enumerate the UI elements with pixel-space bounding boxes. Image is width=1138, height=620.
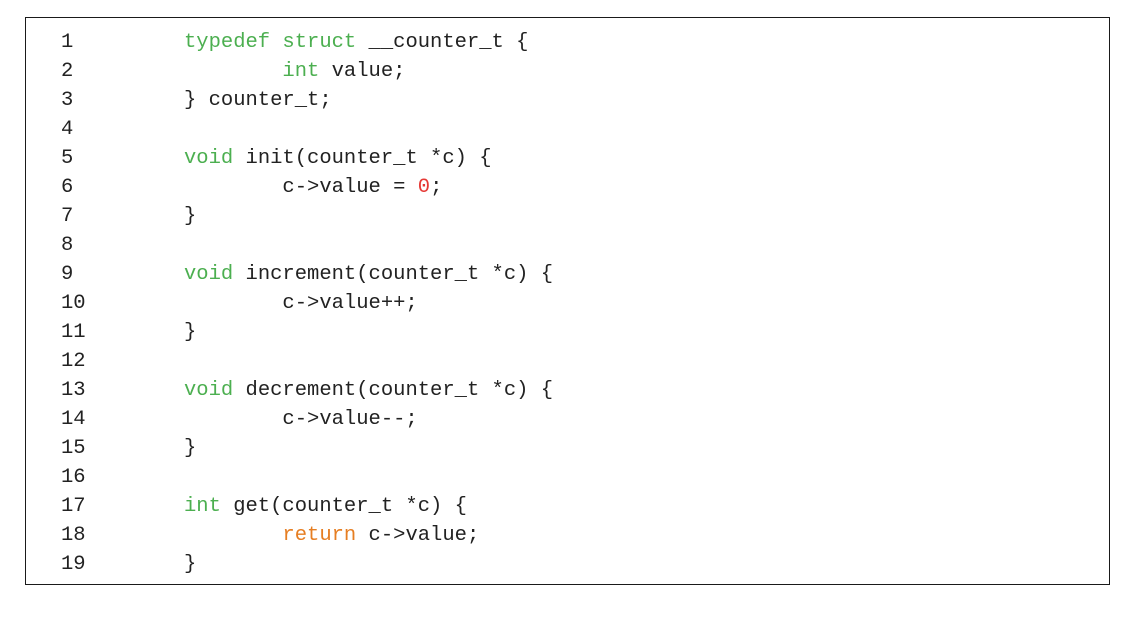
code-token: c->value--; bbox=[184, 408, 418, 431]
code-line: 12 bbox=[26, 347, 1109, 376]
code-token: increment(counter_t *c) { bbox=[233, 263, 554, 286]
code-token: value; bbox=[319, 60, 406, 83]
code-token: } bbox=[184, 553, 197, 576]
line-code: c->value++; bbox=[184, 289, 418, 318]
line-number: 19 bbox=[61, 553, 86, 576]
code-line: 13 void decrement(counter_t *c) { bbox=[26, 376, 1109, 405]
code-line: 7} bbox=[26, 202, 1109, 231]
code-line: 19} bbox=[26, 550, 1109, 579]
line-code: } bbox=[184, 434, 196, 463]
line-number: 3 bbox=[61, 89, 74, 112]
code-line: 8 bbox=[26, 231, 1109, 260]
code-line: 3 } counter_t; bbox=[26, 86, 1109, 115]
code-token: typedef struct bbox=[184, 31, 357, 54]
code-line: 14 c->value--; bbox=[26, 405, 1109, 434]
code-line: 9 void increment(counter_t *c) { bbox=[26, 260, 1109, 289]
code-token: c->value = bbox=[184, 176, 418, 199]
code-token: void bbox=[184, 147, 234, 170]
line-number: 1 bbox=[61, 31, 74, 54]
code-token: } bbox=[184, 205, 197, 228]
line-code: int value; bbox=[184, 57, 405, 86]
line-number: 18 bbox=[61, 524, 86, 547]
code-line: 11} bbox=[26, 318, 1109, 347]
line-code: } bbox=[184, 202, 196, 231]
code-line: 2 int value; bbox=[26, 57, 1109, 86]
line-number: 6 bbox=[61, 176, 74, 199]
line-number: 5 bbox=[61, 147, 74, 170]
line-number: 10 bbox=[61, 292, 86, 315]
code-line: 5 void init(counter_t *c) { bbox=[26, 144, 1109, 173]
code-line: 10 c->value++; bbox=[26, 289, 1109, 318]
code-line: 4 bbox=[26, 115, 1109, 144]
line-number: 16 bbox=[61, 466, 86, 489]
line-code: return c->value; bbox=[184, 521, 479, 550]
line-code: void decrement(counter_t *c) { bbox=[184, 376, 553, 405]
line-code: } bbox=[184, 550, 196, 579]
line-number: 7 bbox=[61, 205, 74, 228]
code-token: void bbox=[184, 263, 234, 286]
line-code: void increment(counter_t *c) { bbox=[184, 260, 553, 289]
line-number: 13 bbox=[61, 379, 86, 402]
line-code: typedef struct __counter_t { bbox=[184, 28, 528, 57]
line-number: 4 bbox=[61, 118, 74, 141]
code-line: 15} bbox=[26, 434, 1109, 463]
line-number: 9 bbox=[61, 263, 74, 286]
code-token: __counter_t { bbox=[356, 31, 529, 54]
code-token: c->value; bbox=[356, 524, 480, 547]
code-token: } counter_t; bbox=[184, 89, 332, 112]
code-token: } bbox=[184, 437, 197, 460]
line-code: int get(counter_t *c) { bbox=[184, 492, 467, 521]
code-token: ; bbox=[430, 176, 443, 199]
code-token: int bbox=[184, 495, 221, 518]
code-token: void bbox=[184, 379, 234, 402]
code-line: 17 int get(counter_t *c) { bbox=[26, 492, 1109, 521]
code-token: c->value++; bbox=[184, 292, 418, 315]
code-token: int bbox=[282, 60, 320, 83]
line-number: 17 bbox=[61, 495, 86, 518]
line-code: void init(counter_t *c) { bbox=[184, 144, 492, 173]
line-number: 14 bbox=[61, 408, 86, 431]
code-token: return bbox=[282, 524, 357, 547]
code-line: 1 typedef struct __counter_t { bbox=[26, 28, 1109, 57]
line-code: } bbox=[184, 318, 196, 347]
code-listing: 1 typedef struct __counter_t {2 int value… bbox=[25, 17, 1110, 585]
line-code: c->value = 0; bbox=[184, 173, 442, 202]
code-token: } bbox=[184, 321, 197, 344]
line-number: 8 bbox=[61, 234, 74, 257]
line-number: 15 bbox=[61, 437, 86, 460]
line-number: 2 bbox=[61, 60, 74, 83]
line-code: } counter_t; bbox=[184, 86, 332, 115]
line-number: 11 bbox=[61, 321, 86, 344]
code-token: init(counter_t *c) { bbox=[233, 147, 492, 170]
code-line: 6 c->value = 0; bbox=[26, 173, 1109, 202]
code-token: get(counter_t *c) { bbox=[220, 495, 467, 518]
code-line: 16 bbox=[26, 463, 1109, 492]
line-code: c->value--; bbox=[184, 405, 418, 434]
line-number: 12 bbox=[61, 350, 86, 373]
code-token: decrement(counter_t *c) { bbox=[233, 379, 554, 402]
code-token: 0 bbox=[417, 176, 431, 199]
code-line: 18 return c->value; bbox=[26, 521, 1109, 550]
